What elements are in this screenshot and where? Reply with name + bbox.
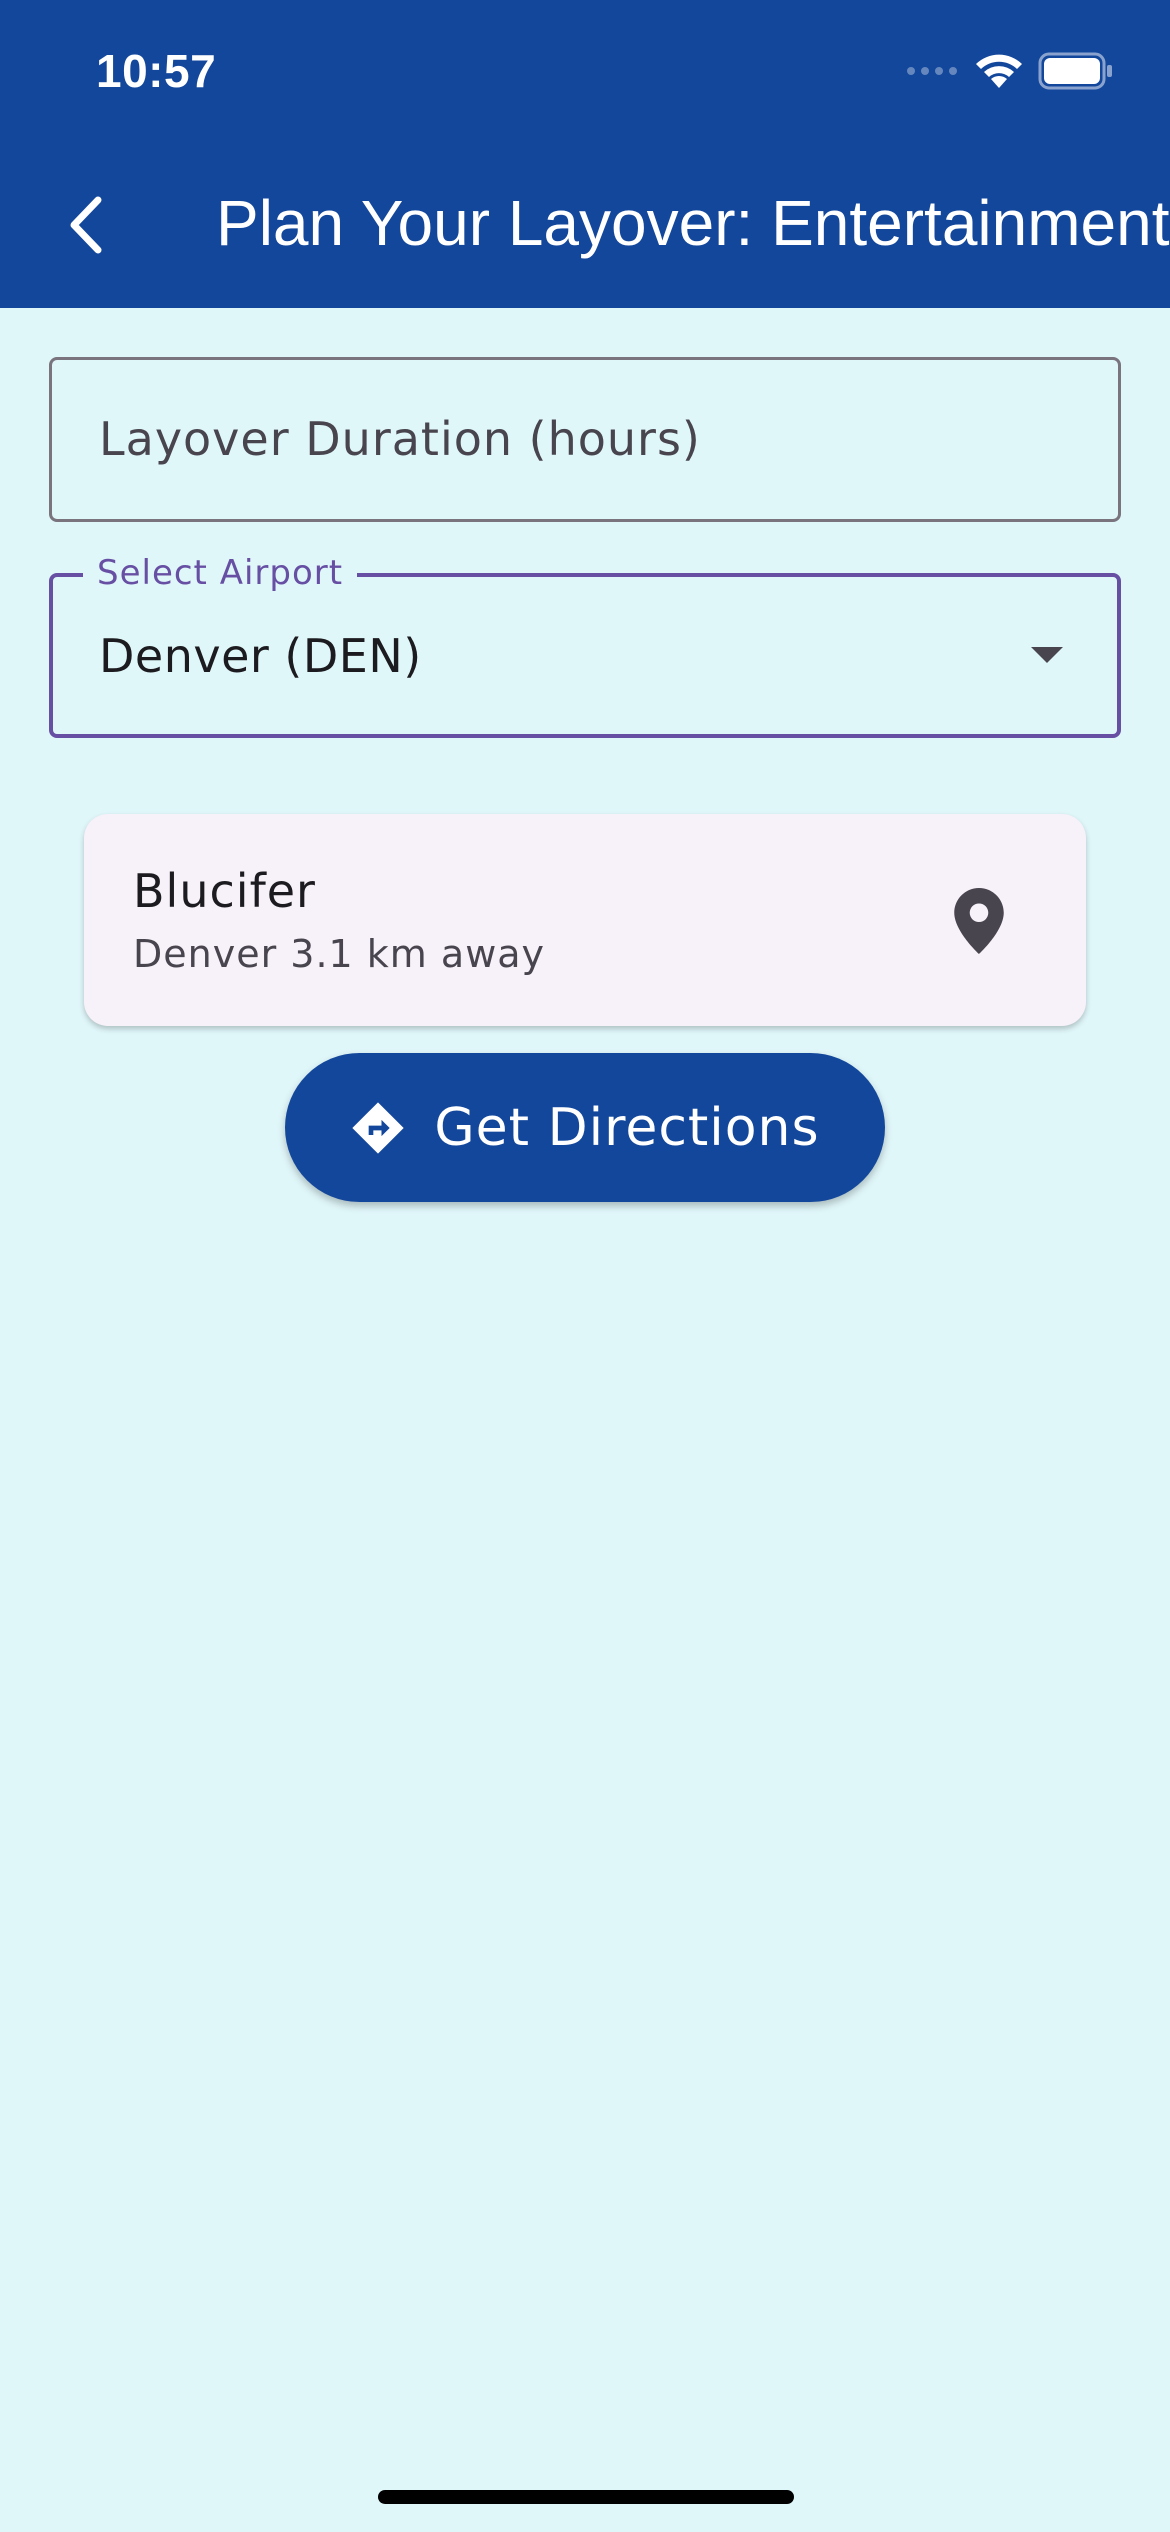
airport-select[interactable]: Select Airport Denver (DEN) [49, 553, 1121, 738]
result-subtitle: Denver 3.1 km away [133, 932, 546, 976]
status-icons [906, 52, 1114, 90]
get-directions-button[interactable]: Get Directions [285, 1053, 885, 1202]
home-indicator[interactable] [378, 2490, 794, 2504]
app-bar: 10:57 Plan Your Layover: Entertainment [0, 0, 1170, 308]
layover-duration-field[interactable]: Layover Duration (hours) [49, 357, 1121, 522]
result-title: Blucifer [133, 864, 316, 918]
battery-icon [1038, 52, 1112, 90]
airport-select-label: Select Airport [83, 553, 358, 593]
cellular-signal-icon [907, 67, 957, 75]
dropdown-arrow-icon [1031, 647, 1063, 663]
location-pin-icon [954, 888, 1004, 954]
back-button[interactable] [56, 180, 116, 270]
airport-select-value: Denver (DEN) [99, 629, 422, 683]
chevron-left-icon [70, 196, 102, 254]
wifi-icon [976, 54, 1022, 88]
page-title: Plan Your Layover: Entertainment [216, 187, 1170, 259]
directions-icon [352, 1101, 405, 1154]
status-time: 10:57 [96, 45, 217, 97]
get-directions-label: Get Directions [434, 1097, 820, 1158]
layover-duration-placeholder: Layover Duration (hours) [99, 412, 701, 466]
result-card[interactable]: Blucifer Denver 3.1 km away [84, 814, 1086, 1026]
